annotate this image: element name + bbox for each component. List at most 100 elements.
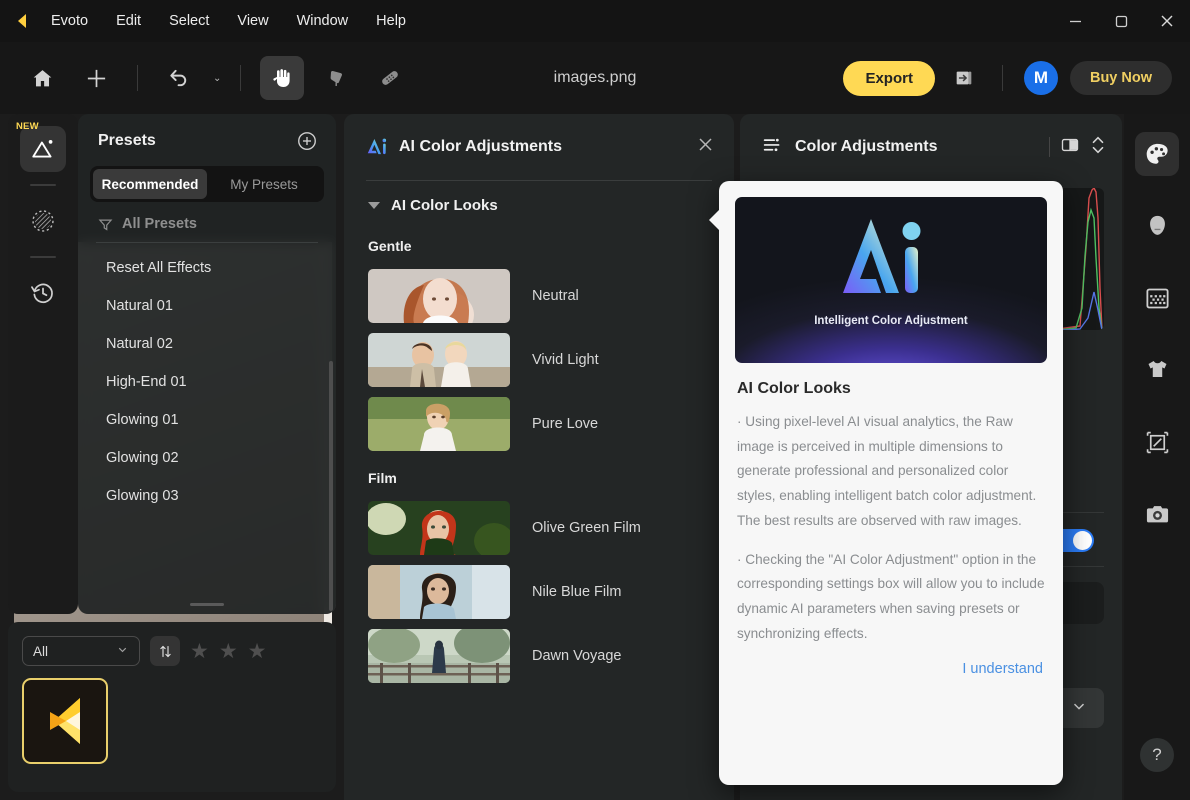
toolbar-divider-3: [1001, 65, 1003, 91]
list-item[interactable]: Glowing 03: [78, 477, 336, 515]
help-button[interactable]: ?: [1140, 738, 1174, 772]
right-tool-rail: ?: [1124, 114, 1190, 800]
sidebar-item-texture-grid[interactable]: [1135, 276, 1179, 320]
look-label: Olive Green Film: [532, 520, 641, 536]
ai-panel-title: AI Color Adjustments: [399, 138, 562, 155]
menu-item-edit[interactable]: Edit: [102, 8, 155, 34]
filter-icon: [98, 219, 113, 231]
ai-color-looks-label: AI Color Looks: [391, 197, 498, 214]
rating-star-3[interactable]: ★: [248, 641, 267, 662]
sidebar-item-retouch-presets[interactable]: NEW: [16, 121, 66, 172]
rating-star-2[interactable]: ★: [219, 641, 238, 662]
left-tool-rail: NEW: [8, 114, 78, 614]
avatar[interactable]: M: [1023, 61, 1058, 95]
tab-recommended[interactable]: Recommended: [93, 169, 207, 199]
export-button[interactable]: Export: [843, 60, 935, 96]
popover-paragraph-2: · Checking the "AI Color Adjustment" opt…: [737, 551, 1045, 641]
sidebar-item-color-palette[interactable]: [1135, 132, 1179, 176]
filmstrip-panel: All ★ ★ ★: [8, 622, 336, 792]
i-understand-button[interactable]: I understand: [735, 661, 1043, 677]
sidebar-item-history[interactable]: [20, 270, 66, 316]
look-thumbnail-dawn-voyage: [368, 629, 510, 683]
header-divider: [1049, 137, 1050, 157]
look-label: Neutral: [532, 288, 579, 304]
sidebar-item-texture[interactable]: [20, 198, 66, 244]
list-item[interactable]: Natural 02: [78, 325, 336, 363]
chevron-down-icon: [368, 202, 380, 209]
menu-item-help[interactable]: Help: [362, 8, 420, 34]
ai-color-looks-group-header[interactable]: AI Color Looks: [344, 181, 734, 224]
list-item[interactable]: Natural 01: [78, 287, 336, 325]
look-thumbnail-pure-love: [368, 397, 510, 451]
look-label: Vivid Light: [532, 352, 599, 368]
toggle-knob: [1073, 531, 1092, 550]
undo-dropdown-caret[interactable]: ⌄: [213, 73, 221, 84]
filmstrip-thumbnail[interactable]: [22, 678, 108, 764]
buy-now-button[interactable]: Buy Now: [1069, 61, 1172, 95]
heal-tool-icon[interactable]: [368, 56, 412, 100]
menu-item-window[interactable]: Window: [283, 8, 363, 34]
popover-hero: Intelligent Color Adjustment: [735, 197, 1047, 363]
plus-icon[interactable]: [74, 56, 118, 100]
panel-resize-grip[interactable]: [190, 603, 224, 606]
filmstrip-filter-value: All: [33, 643, 49, 659]
color-adjustments-header: Color Adjustments: [740, 114, 1122, 180]
filmstrip-toolbar: All ★ ★ ★: [22, 636, 322, 666]
close-icon[interactable]: [697, 136, 714, 158]
look-thumbnail-neutral: [368, 269, 510, 323]
look-item[interactable]: Dawn Voyage: [344, 624, 734, 688]
toolbar-divider-2: [240, 65, 242, 91]
rail-divider-2: [30, 256, 56, 258]
dodge-tool-icon[interactable]: [314, 56, 358, 100]
look-item[interactable]: Nile Blue Film: [344, 560, 734, 624]
toolbar-divider-1: [137, 65, 138, 91]
menu-item-view[interactable]: View: [223, 8, 282, 34]
add-preset-icon[interactable]: [296, 130, 318, 152]
look-item[interactable]: Olive Green Film: [344, 496, 734, 560]
close-icon[interactable]: [1144, 0, 1190, 42]
maximize-icon[interactable]: [1098, 0, 1144, 42]
list-item[interactable]: High-End 01: [78, 363, 336, 401]
split-view-icon[interactable]: [1060, 135, 1080, 160]
look-item[interactable]: Neutral: [344, 264, 734, 328]
rating-star-1[interactable]: ★: [190, 641, 209, 662]
ai-color-looks-popover: Intelligent Color Adjustment AI Color Lo…: [709, 181, 1063, 785]
evoto-logo-thumbnail: [50, 698, 80, 744]
minimize-icon[interactable]: [1052, 0, 1098, 42]
list-item[interactable]: Reset All Effects: [78, 249, 336, 287]
sidebar-item-crop[interactable]: [1135, 420, 1179, 464]
new-badge: NEW: [16, 121, 39, 132]
title-bar: Evoto Edit Select View Window Help: [0, 0, 1190, 42]
list-item[interactable]: Glowing 02: [78, 439, 336, 477]
evoto-logo-icon: [11, 11, 31, 31]
popover-hero-caption: Intelligent Color Adjustment: [814, 315, 968, 327]
look-label: Pure Love: [532, 416, 599, 432]
export-arrow-icon[interactable]: [947, 61, 981, 95]
undo-icon[interactable]: [157, 56, 201, 100]
app-window: Evoto Edit Select View Window Help image…: [0, 0, 1190, 800]
main-toolbar: images.png ⌄ Export M Buy Now: [0, 42, 1190, 114]
menu-item-select[interactable]: Select: [155, 8, 223, 34]
look-item[interactable]: Pure Love: [344, 392, 734, 456]
tab-my-presets[interactable]: My Presets: [207, 169, 321, 199]
list-item[interactable]: Glowing 01: [78, 401, 336, 439]
presets-filter-label: All Presets: [122, 216, 197, 232]
look-thumbnail-olive-green-film: [368, 501, 510, 555]
menu-item-evoto[interactable]: Evoto: [37, 8, 102, 34]
look-thumbnail-vivid-light: [368, 333, 510, 387]
sidebar-item-camera[interactable]: [1135, 492, 1179, 536]
window-controls: [1052, 0, 1190, 42]
filmstrip-filter-select[interactable]: All: [22, 636, 140, 666]
look-item[interactable]: Vivid Light: [344, 328, 734, 392]
sort-icon[interactable]: [150, 636, 180, 666]
hand-tool-icon[interactable]: [260, 56, 305, 100]
presets-filter[interactable]: All Presets: [78, 202, 336, 242]
toolbar-left-group: ⌄: [0, 56, 412, 100]
chevron-updown-icon[interactable]: [1090, 135, 1106, 160]
home-icon[interactable]: [20, 56, 64, 100]
sliders-icon: [762, 134, 783, 160]
sidebar-item-clothing[interactable]: [1135, 348, 1179, 392]
color-adjustments-title: Color Adjustments: [795, 138, 938, 155]
sidebar-item-face-retouch[interactable]: [1135, 204, 1179, 248]
scrollbar[interactable]: [329, 361, 333, 611]
